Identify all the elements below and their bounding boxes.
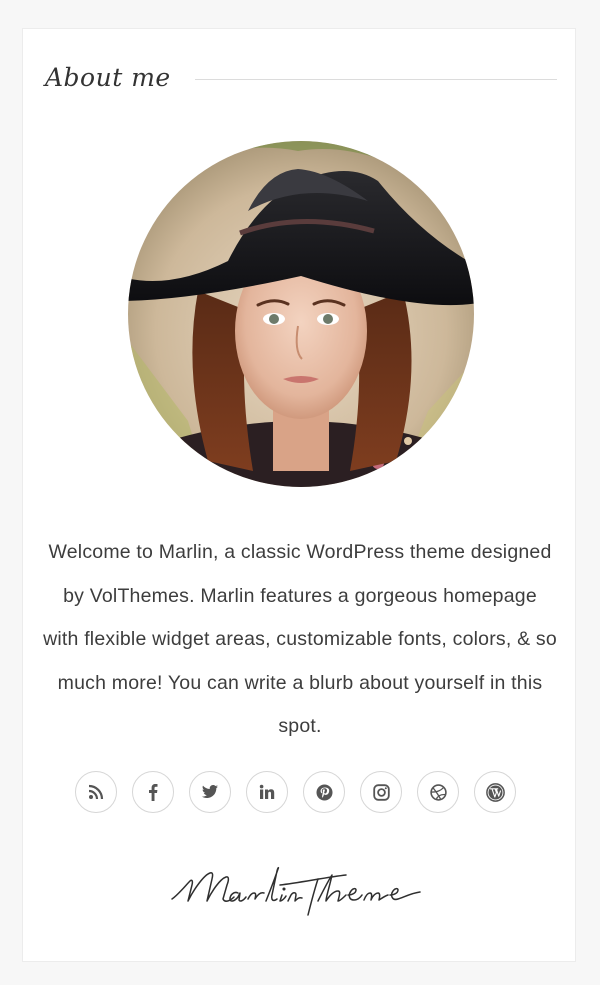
widget-header: About me <box>45 59 557 103</box>
dribbble-link[interactable] <box>417 771 459 813</box>
wordpress-link[interactable] <box>474 771 516 813</box>
pinterest-icon <box>316 784 332 800</box>
social-links <box>75 771 525 817</box>
wordpress-icon <box>485 782 505 802</box>
avatar-illustration <box>128 141 474 487</box>
avatar <box>128 141 474 487</box>
instagram-icon <box>372 783 390 801</box>
twitter-link[interactable] <box>189 771 231 813</box>
facebook-link[interactable] <box>132 771 174 813</box>
about-me-widget: About me Welcome to Marlin, a classic Wo… <box>22 28 576 962</box>
linkedin-link[interactable] <box>246 771 288 813</box>
dribbble-icon <box>429 783 447 801</box>
signature <box>168 855 438 925</box>
twitter-icon <box>201 785 218 798</box>
instagram-link[interactable] <box>360 771 402 813</box>
pinterest-link[interactable] <box>303 771 345 813</box>
rss-link[interactable] <box>75 771 117 813</box>
about-text: Welcome to Marlin, a classic WordPress t… <box>43 541 557 737</box>
title-divider <box>195 79 557 80</box>
linkedin-icon <box>259 784 275 799</box>
facebook-icon <box>149 784 158 801</box>
signature-image <box>171 866 421 916</box>
widget-title: About me <box>45 63 171 92</box>
rss-icon <box>88 784 104 800</box>
